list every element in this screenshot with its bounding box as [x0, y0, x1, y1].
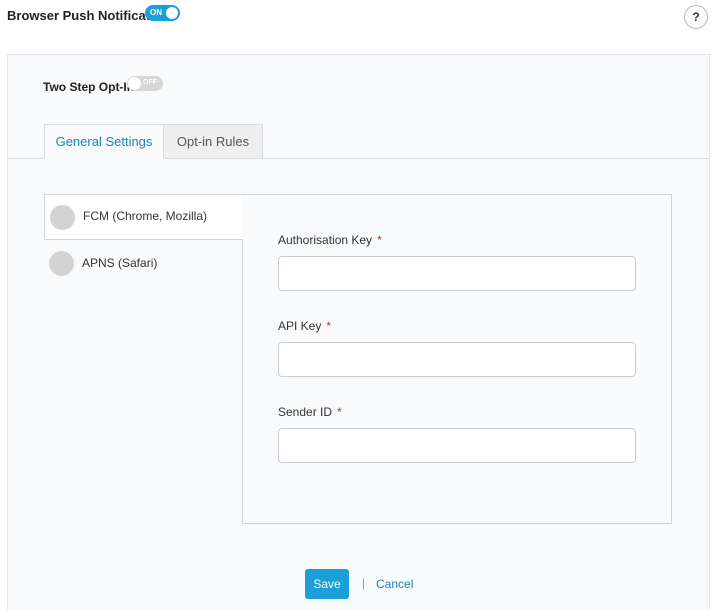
provider-label: APNS (Safari): [82, 256, 158, 270]
authorisation-key-input[interactable]: [278, 256, 636, 291]
sender-id-label: Sender ID *: [278, 405, 342, 419]
provider-item-fcm[interactable]: FCM (Chrome, Mozilla): [44, 194, 243, 240]
toggle-off-label: OFF: [143, 79, 157, 86]
tab-general-settings[interactable]: General Settings: [44, 124, 164, 159]
toggle-on-label: ON: [150, 8, 162, 17]
two-step-opt-in-label: Two Step Opt-In: [43, 80, 135, 94]
help-icon[interactable]: ?: [684, 5, 708, 29]
provider-item-apns[interactable]: APNS (Safari): [44, 240, 243, 286]
action-divider: |: [362, 576, 366, 590]
two-step-opt-in-toggle[interactable]: OFF: [127, 76, 163, 91]
sender-id-input[interactable]: [278, 428, 636, 463]
authorisation-key-label: Authorisation Key *: [278, 233, 382, 247]
api-key-label: API Key *: [278, 319, 332, 333]
api-key-input[interactable]: [278, 342, 636, 377]
provider-logo-icon: [50, 205, 75, 230]
required-mark: *: [377, 233, 382, 247]
required-mark: *: [337, 405, 342, 419]
provider-logo-icon: [49, 251, 74, 276]
browser-push-toggle[interactable]: ON: [145, 5, 180, 21]
save-button[interactable]: Save: [305, 569, 349, 599]
toggle-knob: [166, 7, 178, 19]
tab-opt-in-rules[interactable]: Opt-in Rules: [164, 124, 263, 159]
required-mark: *: [326, 319, 332, 333]
cancel-link[interactable]: Cancel: [376, 577, 413, 591]
toggle-knob: [128, 77, 141, 90]
provider-label: FCM (Chrome, Mozilla): [83, 209, 208, 223]
